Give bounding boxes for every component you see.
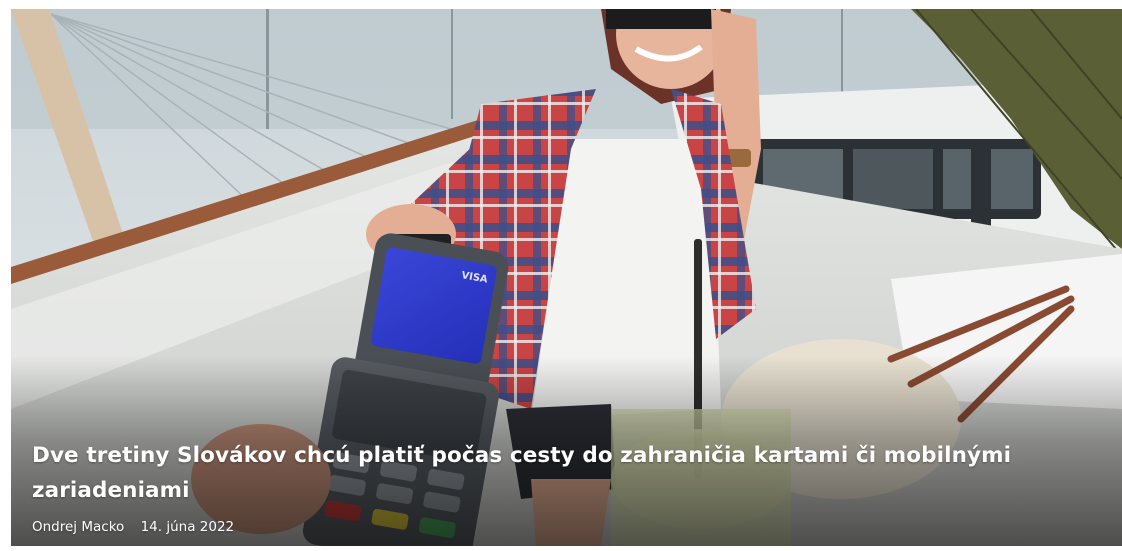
article-meta: Ondrej Macko 14. júna 2022 <box>32 518 1062 536</box>
article-title: Dve tretiny Slovákov chcú platiť počas c… <box>32 438 1062 508</box>
article-date: 14. júna 2022 <box>140 519 235 535</box>
article-title-link[interactable]: Dve tretiny Slovákov chcú platiť počas c… <box>32 443 1011 503</box>
article-caption: Dve tretiny Slovákov chcú platiť počas c… <box>32 438 1062 536</box>
article-card[interactable]: VISA Dve tretiny Slovákov chcú platiť po… <box>11 9 1122 546</box>
article-author[interactable]: Ondrej Macko <box>32 519 124 535</box>
